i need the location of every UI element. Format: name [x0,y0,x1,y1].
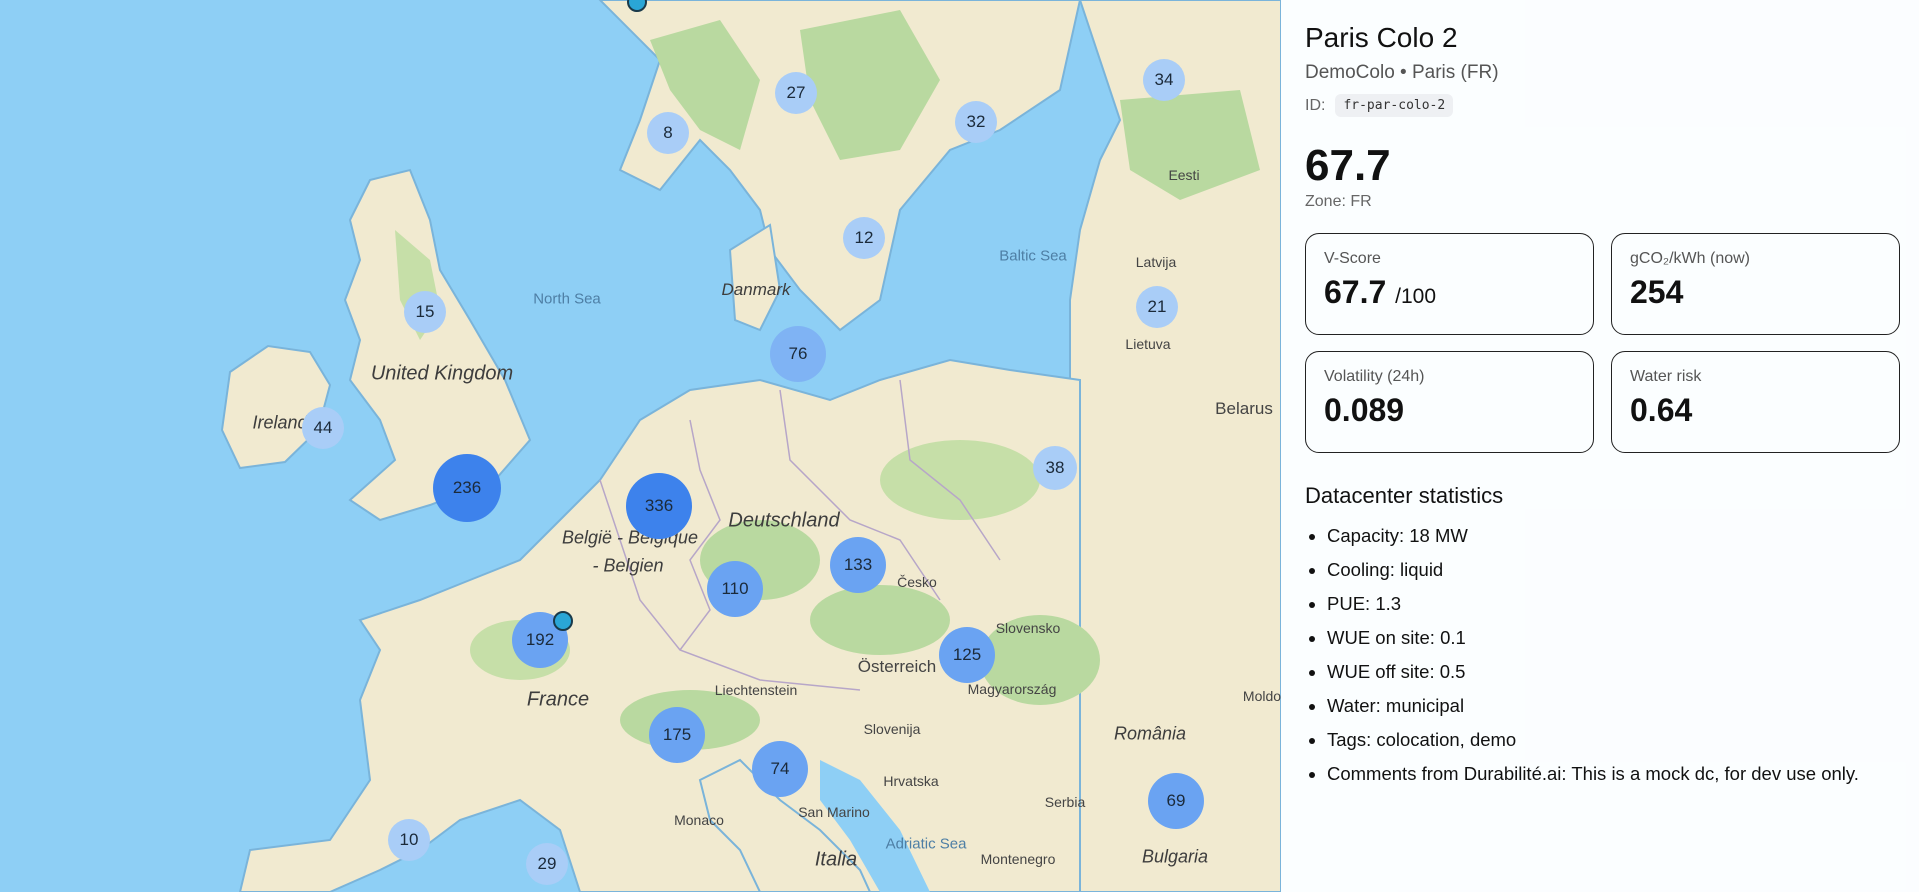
volatility-card: Volatility (24h) 0.089 [1305,351,1594,453]
vscore-value-row: 67.7 /100 [1324,274,1575,311]
map-basemap[interactable] [0,0,1281,892]
stat-pue: PUE: 1.3 [1327,587,1895,621]
stat-comments: Comments from Durabilité.ai: This is a m… [1327,757,1895,791]
cluster-marker[interactable]: 133 [830,537,886,593]
cluster-marker[interactable]: 32 [955,101,997,143]
cluster-marker[interactable]: 10 [388,819,430,861]
gco2-value: 254 [1630,274,1684,310]
id-row: ID: fr-par-colo-2 [1305,94,1895,117]
zone-label: Zone: FR [1305,193,1372,210]
datacenter-pin[interactable] [553,611,573,631]
cluster-marker[interactable]: 27 [775,72,817,114]
stat-tags: Tags: colocation, demo [1327,723,1895,757]
volatility-label: Volatility (24h) [1324,368,1425,385]
water-risk-value: 0.64 [1630,392,1693,428]
stat-wue-off-site: WUE off site: 0.5 [1327,655,1895,689]
cluster-marker[interactable]: 336 [626,473,692,539]
water-risk-card: Water risk 0.64 [1611,351,1900,453]
vscore-unit: /100 [1395,285,1437,308]
stats-title: Datacenter statistics [1305,483,1504,508]
cluster-marker[interactable]: 21 [1136,286,1178,328]
cluster-marker[interactable]: 44 [302,407,344,449]
metric-cards: V-Score 67.7 /100 gCO₂/kWh (now) 254 Vol… [1305,233,1900,453]
stat-water: Water: municipal [1327,689,1895,723]
datacenter-detail-panel: Paris Colo 2 DemoColo • Paris (FR) ID: f… [1281,0,1919,892]
cluster-marker[interactable]: 125 [939,627,995,683]
volatility-value: 0.089 [1324,392,1405,428]
gco2-card: gCO₂/kWh (now) 254 [1611,233,1900,335]
cluster-marker[interactable]: 15 [404,291,446,333]
cluster-marker[interactable]: 69 [1148,773,1204,829]
stat-cooling: Cooling: liquid [1327,553,1895,587]
water-risk-label: Water risk [1630,368,1702,385]
cluster-marker[interactable]: 74 [752,741,808,797]
cluster-marker[interactable]: 110 [707,561,763,617]
cluster-marker[interactable]: 76 [770,326,826,382]
panel-title: Paris Colo 2 [1305,22,1458,53]
gco2-label: gCO₂/kWh (now) [1630,250,1751,267]
cluster-marker[interactable]: 38 [1033,446,1077,490]
panel-subtitle: DemoColo • Paris (FR) [1305,62,1499,83]
stat-capacity: Capacity: 18 MW [1327,519,1895,553]
cluster-marker[interactable]: 175 [649,707,705,763]
cluster-marker[interactable]: 236 [433,454,501,522]
cluster-marker[interactable]: 29 [526,843,568,885]
cluster-marker[interactable]: 12 [843,217,885,259]
stats-list: Capacity: 18 MW Cooling: liquid PUE: 1.3… [1305,519,1895,791]
cluster-marker[interactable]: 8 [647,112,689,154]
score-value: 67.7 [1305,141,1391,190]
cluster-marker[interactable]: 34 [1143,59,1185,101]
stat-wue-on-site: WUE on site: 0.1 [1327,621,1895,655]
vscore-value: 67.7 [1324,274,1387,310]
id-label: ID: [1305,96,1326,114]
id-chip: fr-par-colo-2 [1335,94,1454,117]
vscore-label: V-Score [1324,250,1381,267]
vscore-card: V-Score 67.7 /100 [1305,233,1594,335]
